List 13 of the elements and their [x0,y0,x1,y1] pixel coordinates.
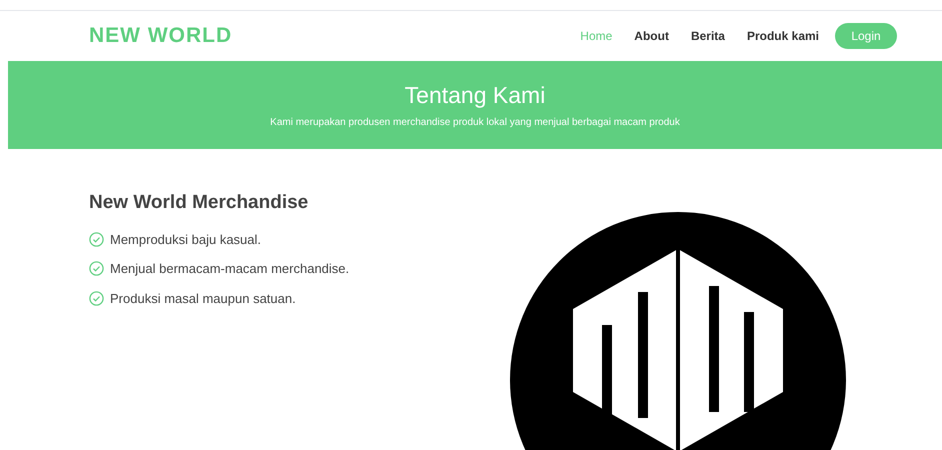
check-circle-icon [89,261,104,276]
nav-link[interactable]: Produk kami [746,27,819,45]
feature-text: Produksi masal maupun satuan. [110,290,296,308]
nav-link[interactable]: Berita [690,27,725,45]
check-circle-icon [89,290,104,306]
hero-title: Tentang Kami [404,81,546,109]
logo-icon [510,212,846,450]
nav-link[interactable]: About [634,27,669,45]
feature-text: Menjual bermacam-macam merchandise. [110,260,350,278]
section-heading: New World Merchandise [89,191,310,215]
check-circle-icon [89,232,104,247]
feature-text: Memproduksi baju kasual. [110,230,262,249]
hero-subtitle: Kami merupakan produsen merchandise produk lokal yang menjual berbagai macam produk [270,116,680,130]
